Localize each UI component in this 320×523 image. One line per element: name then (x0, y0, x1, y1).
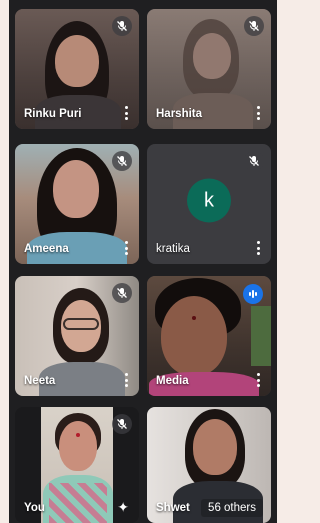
more-vert-icon[interactable] (255, 241, 261, 255)
more-vert-icon[interactable] (123, 241, 129, 255)
participant-tile[interactable]: Ameena (15, 144, 139, 264)
mic-off-icon (112, 16, 132, 36)
participant-tile[interactable]: Neeta (15, 276, 139, 396)
sparkle-effects-icon[interactable]: ✦ (117, 499, 129, 516)
mic-off-icon (112, 151, 132, 171)
participant-name: Ameena (24, 243, 69, 255)
mic-off-icon (244, 151, 264, 171)
participant-name: You (24, 502, 45, 514)
more-vert-icon[interactable] (255, 106, 261, 120)
participant-name: Neeta (24, 375, 56, 387)
participant-tile[interactable]: k kratika (147, 144, 271, 264)
meeting-grid: Rinku Puri Harshita Ameena k kratika Nee… (9, 0, 277, 523)
participant-name: Rinku Puri (24, 108, 82, 120)
more-vert-icon[interactable] (123, 373, 129, 387)
mic-off-icon (112, 414, 132, 434)
participant-name: kratika (156, 243, 190, 255)
participant-tile[interactable]: Media (147, 276, 271, 396)
more-vert-icon[interactable] (123, 106, 129, 120)
participant-tile[interactable]: You ✦ (15, 407, 139, 523)
participant-name: Media (156, 375, 189, 387)
participant-tile[interactable]: Harshita (147, 9, 271, 129)
participant-tile[interactable]: Rinku Puri (15, 9, 139, 129)
more-vert-icon[interactable] (255, 373, 261, 387)
mic-off-icon (244, 16, 264, 36)
mic-off-icon (112, 283, 132, 303)
others-count-badge[interactable]: 56 others (201, 499, 263, 517)
participant-name: Shwet (156, 502, 190, 514)
avatar: k (187, 178, 231, 223)
participant-tile[interactable]: Shwet 56 others (147, 407, 271, 523)
audio-levels-icon (243, 284, 263, 304)
participant-name: Harshita (156, 108, 203, 120)
